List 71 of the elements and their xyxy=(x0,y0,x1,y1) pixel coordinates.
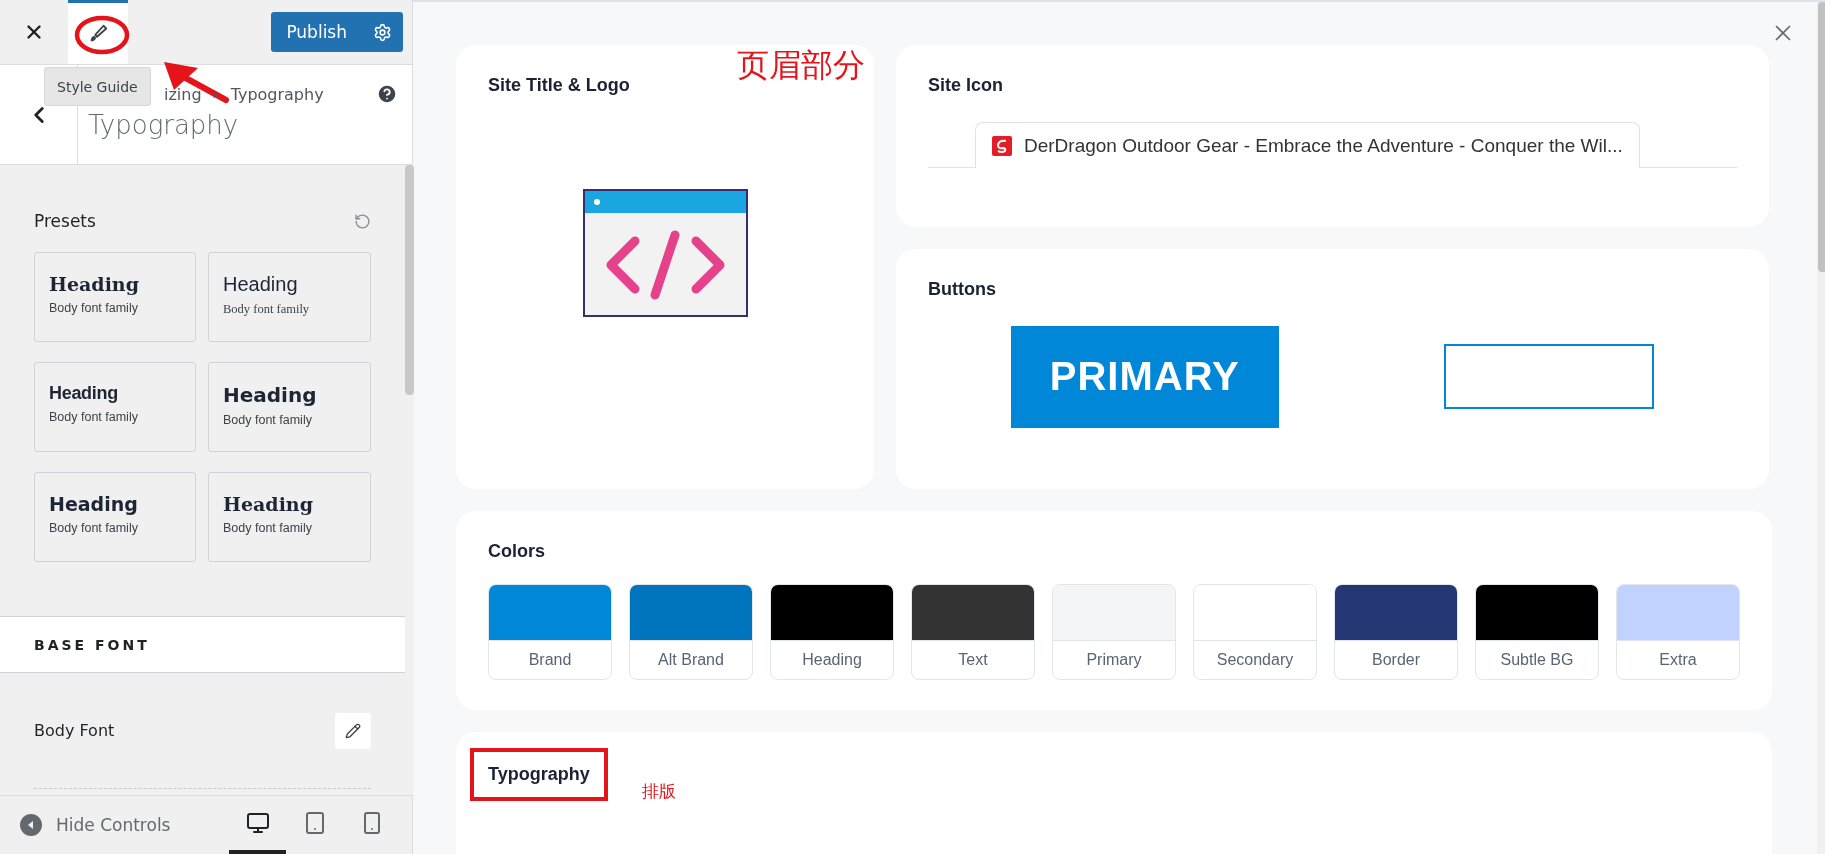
color-swatch[interactable]: Secondary xyxy=(1193,584,1317,680)
color-swatch[interactable]: Alt Brand xyxy=(629,584,753,680)
pencil-icon xyxy=(345,722,361,739)
preset-body-text: Body font family xyxy=(223,413,313,427)
swatch-label: Subtle BG xyxy=(1499,650,1575,670)
color-swatch[interactable]: Heading xyxy=(770,584,894,680)
swatch-label: Primary xyxy=(1085,650,1143,670)
hide-controls-button[interactable]: Hide Controls xyxy=(20,814,171,836)
publish-button[interactable]: Publish xyxy=(271,12,361,52)
presets-title: Presets xyxy=(34,211,96,231)
scrollbar-thumb[interactable] xyxy=(1818,2,1825,272)
breadcrumb-separator: ▸ xyxy=(213,89,219,100)
preset-card[interactable]: Heading Body font family xyxy=(208,362,371,452)
help-icon xyxy=(376,83,398,105)
color-swatch[interactable]: Extra xyxy=(1616,584,1740,680)
color-swatch[interactable]: Text xyxy=(911,584,1035,680)
favicon-icon xyxy=(992,135,1012,156)
primary-button[interactable]: PRIMARY xyxy=(1010,325,1279,428)
edit-button[interactable] xyxy=(335,712,371,749)
collapse-icon xyxy=(20,814,42,836)
preset-card[interactable]: Heading Body font family xyxy=(208,252,371,342)
preset-card[interactable]: Heading Body font family xyxy=(34,252,196,342)
card-title: Buttons xyxy=(928,279,997,300)
reset-button[interactable] xyxy=(354,212,371,230)
annotation-text: 页眉部分 xyxy=(737,45,865,86)
swatch-label: Secondary xyxy=(1215,650,1295,670)
preset-heading: Heading xyxy=(223,493,314,515)
gear-icon xyxy=(372,22,392,42)
section-title: BASE FONT xyxy=(34,636,150,653)
card-title: Site Icon xyxy=(928,75,1004,96)
annotation-text: 排版 xyxy=(641,780,676,803)
panel-title: Typography xyxy=(88,110,240,140)
swatch-label: Border xyxy=(1371,650,1421,670)
color-swatch[interactable]: Primary xyxy=(1052,584,1176,680)
annotation-arrow xyxy=(162,60,230,104)
preset-heading: Heading xyxy=(223,273,299,296)
preset-card[interactable]: Heading Body font family xyxy=(34,472,196,562)
color-swatch[interactable]: Brand xyxy=(488,584,612,680)
font-label: Body Font xyxy=(34,721,115,740)
color-swatch[interactable]: Border xyxy=(1334,584,1458,680)
preset-heading: Heading xyxy=(223,383,318,407)
swatch-label: Heading xyxy=(801,650,863,670)
help-button[interactable] xyxy=(376,83,398,105)
preset-heading: Heading xyxy=(49,493,139,515)
swatch-label: Text xyxy=(957,650,989,670)
preset-body-text: Body font family xyxy=(49,410,139,424)
scrollbar-thumb[interactable] xyxy=(405,165,414,395)
swatch-label: Alt Brand xyxy=(657,650,725,670)
settings-button[interactable] xyxy=(361,12,403,52)
breadcrumb-text: izing xyxy=(164,85,202,104)
reset-icon xyxy=(354,212,371,230)
breadcrumb-text: Typography xyxy=(230,85,324,104)
card-title: Site Title & Logo xyxy=(488,75,631,96)
desktop-icon xyxy=(245,811,270,835)
preset-body-text: Body font family xyxy=(49,301,139,315)
preset-body-text: Body font family xyxy=(49,521,139,535)
preset-heading: Heading xyxy=(49,273,140,295)
annotation-circle xyxy=(74,15,130,55)
preset-heading: Heading xyxy=(49,383,119,404)
preset-card[interactable]: Heading Body font family xyxy=(34,362,196,452)
tooltip: Style Guide xyxy=(44,67,151,106)
preset-body-text: Body font family xyxy=(223,302,311,317)
preset-body-text: Body font family xyxy=(223,521,313,535)
card-title: Colors xyxy=(488,541,546,562)
swatch-label: Extra xyxy=(1658,650,1698,670)
outline-button[interactable] xyxy=(1444,344,1655,409)
card-title: Typography xyxy=(488,764,590,784)
tab-title: DerDragon Outdoor Gear - Embrace the Adventure - Conquer the Wil... xyxy=(1024,134,1623,157)
preset-card[interactable]: Heading Body font family xyxy=(208,472,371,562)
swatch-label: Brand xyxy=(527,650,573,670)
color-swatch[interactable]: Subtle BG xyxy=(1475,584,1599,680)
